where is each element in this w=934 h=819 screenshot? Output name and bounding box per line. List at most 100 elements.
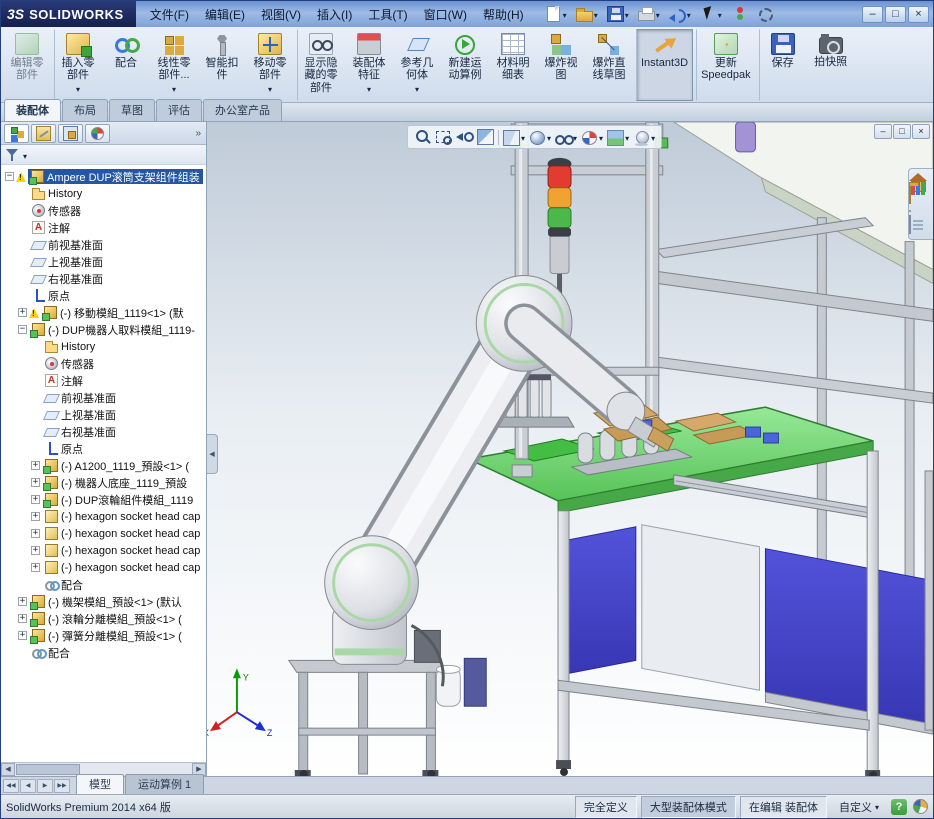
- filter-chevron-icon[interactable]: [23, 146, 27, 164]
- tree-item[interactable]: + (-) hexagon socket head cap: [1, 525, 206, 542]
- expand-toggle[interactable]: +: [31, 495, 40, 504]
- expand-toggle[interactable]: +: [18, 597, 27, 606]
- quick-tool-button[interactable]: [728, 4, 751, 24]
- minimize-button[interactable]: –: [862, 6, 883, 23]
- view-tool-button[interactable]: [607, 128, 629, 146]
- view-tool-button[interactable]: [503, 128, 525, 146]
- tree-item[interactable]: − (-) DUP機器人取料模組_1119-: [1, 321, 206, 338]
- tree-item[interactable]: 右视基准面: [1, 423, 206, 440]
- expand-toggle[interactable]: [31, 580, 40, 589]
- expand-toggle[interactable]: +: [31, 563, 40, 572]
- tree-item[interactable]: 注解: [1, 372, 206, 389]
- view-tool-button[interactable]: [555, 128, 577, 146]
- ribbon-tab[interactable]: 布局: [62, 99, 108, 121]
- expand-toggle[interactable]: [18, 257, 27, 266]
- expand-toggle[interactable]: [18, 240, 27, 249]
- doc-restore-button[interactable]: □: [893, 124, 911, 139]
- maximize-button[interactable]: □: [885, 6, 906, 23]
- tree-item[interactable]: + (-) 彈簧分離模組_預設<1> (: [1, 627, 206, 644]
- command-button[interactable]: 显示隐 藏的零 部件: [297, 29, 345, 101]
- expand-toggle[interactable]: −: [18, 325, 27, 334]
- expand-toggle[interactable]: [31, 342, 40, 351]
- tree-item[interactable]: 前视基准面: [1, 389, 206, 406]
- tree-item[interactable]: 注解: [1, 219, 206, 236]
- viewport[interactable]: Y X Z: [207, 122, 933, 776]
- command-button[interactable]: 材料明 细表: [489, 29, 537, 101]
- command-button[interactable]: 配合: [102, 29, 150, 101]
- view-tool-button[interactable]: [477, 129, 494, 145]
- custom-status-dropdown[interactable]: 自定义: [833, 797, 885, 817]
- tree-item[interactable]: + (-) DUP滾輪組件模組_1119: [1, 491, 206, 508]
- view-tool-button[interactable]: [633, 128, 655, 146]
- expand-toggle[interactable]: +: [18, 614, 27, 623]
- menu-item[interactable]: 视图(V): [253, 1, 309, 27]
- expand-toggle[interactable]: [18, 648, 27, 657]
- expand-toggle[interactable]: [31, 410, 40, 419]
- command-button[interactable]: 参考几 何体: [393, 29, 441, 101]
- tree-item[interactable]: − Ampere DUP滚筒支架组件组装: [1, 168, 206, 185]
- expand-toggle[interactable]: +: [18, 631, 27, 640]
- tree-item[interactable]: 传感器: [1, 355, 206, 372]
- document-tab[interactable]: 模型: [76, 774, 124, 794]
- expand-toggle[interactable]: [18, 206, 27, 215]
- view-tool-button[interactable]: [456, 129, 473, 145]
- expand-toggle[interactable]: [31, 427, 40, 436]
- command-button[interactable]: 移动零 部件: [246, 29, 294, 101]
- expand-toggle[interactable]: +: [31, 461, 40, 470]
- tab-scroll-arrow[interactable]: ◀◀: [3, 779, 19, 793]
- panel-expand-chevron-icon[interactable]: »: [195, 128, 203, 139]
- close-button[interactable]: ×: [908, 6, 929, 23]
- command-button[interactable]: 装配体 特征: [345, 29, 393, 101]
- command-button[interactable]: 智能扣 件: [198, 29, 246, 101]
- expand-toggle[interactable]: [18, 223, 27, 232]
- ribbon-tab[interactable]: 草图: [109, 99, 155, 121]
- tree-item[interactable]: + (-) A1200_1119_預設<1> (: [1, 457, 206, 474]
- doc-minimize-button[interactable]: –: [874, 124, 892, 139]
- performance-sphere-icon[interactable]: [913, 799, 928, 814]
- task-pane-tab[interactable]: [909, 216, 933, 234]
- quick-tool-button[interactable]: [604, 3, 632, 25]
- expand-toggle[interactable]: +: [31, 546, 40, 555]
- tree-item[interactable]: 传感器: [1, 202, 206, 219]
- expand-toggle[interactable]: [18, 274, 27, 283]
- expand-toggle[interactable]: [18, 189, 27, 198]
- expand-toggle[interactable]: [31, 444, 40, 453]
- doc-close-button[interactable]: ×: [912, 124, 930, 139]
- quick-tool-button[interactable]: [635, 3, 663, 25]
- tree-item[interactable]: 配合: [1, 644, 206, 661]
- command-button[interactable]: 爆炸直 线草图: [585, 29, 633, 101]
- scroll-left-icon[interactable]: ◀: [1, 763, 15, 776]
- menu-item[interactable]: 工具(T): [360, 1, 415, 27]
- panel-tab[interactable]: [31, 124, 56, 143]
- panel-tab[interactable]: [4, 124, 29, 143]
- view-tool-button[interactable]: [435, 129, 452, 145]
- view-tool-button[interactable]: [581, 128, 603, 146]
- tree-item[interactable]: 配合: [1, 576, 206, 593]
- tree-item[interactable]: + (-) 機架模組_預設<1> (默认: [1, 593, 206, 610]
- menu-item[interactable]: 窗口(W): [416, 1, 475, 27]
- command-button[interactable]: 编辑零 部件: [3, 29, 51, 101]
- tab-scroll-arrow[interactable]: ▶: [37, 779, 53, 793]
- filter-funnel-icon[interactable]: [6, 148, 19, 162]
- menu-item[interactable]: 帮助(H): [475, 1, 532, 27]
- quick-tool-button[interactable]: [666, 3, 694, 25]
- tree-item[interactable]: History: [1, 185, 206, 202]
- ribbon-tab[interactable]: 办公室产品: [203, 99, 282, 121]
- tree-item[interactable]: + (-) hexagon socket head cap: [1, 542, 206, 559]
- view-tool-button[interactable]: [414, 129, 431, 145]
- command-button[interactable]: Instant3D: [636, 29, 693, 101]
- ribbon-tab[interactable]: 装配体: [4, 99, 61, 121]
- tree-item[interactable]: + (-) 移動模組_1119<1> (默: [1, 304, 206, 321]
- command-button[interactable]: 拍快照: [807, 29, 855, 101]
- command-button[interactable]: 爆炸视 图: [537, 29, 585, 101]
- view-tool-button[interactable]: [529, 128, 551, 146]
- tree-item[interactable]: + (-) 滾輪分離模組_預設<1> (: [1, 610, 206, 627]
- expand-toggle[interactable]: [18, 291, 27, 300]
- document-tab[interactable]: 运动算例 1: [125, 774, 204, 794]
- tree-item[interactable]: + (-) hexagon socket head cap: [1, 559, 206, 576]
- expand-toggle[interactable]: [31, 393, 40, 402]
- panel-collapse-handle[interactable]: ◀: [207, 434, 218, 474]
- view-tool-button[interactable]: [498, 130, 499, 145]
- menu-item[interactable]: 插入(I): [309, 1, 360, 27]
- menu-item[interactable]: 编辑(E): [197, 1, 253, 27]
